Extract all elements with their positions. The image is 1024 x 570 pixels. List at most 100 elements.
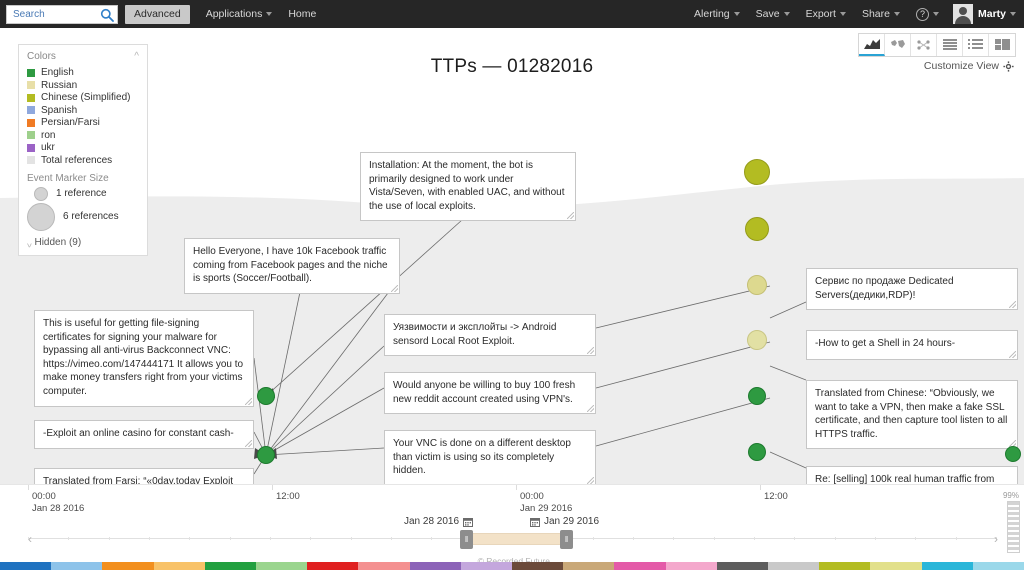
callout-box[interactable]: -Exploit an online casino for constant c… — [34, 420, 254, 449]
color-swatch — [27, 131, 35, 139]
legend-item-persian-farsi[interactable]: Persian/Farsi — [27, 117, 139, 128]
hidden-filters-toggle[interactable]: ^ Hidden (9) — [27, 237, 139, 248]
list-view-button[interactable] — [963, 34, 989, 56]
range-handle-right[interactable]: ‖ — [560, 530, 573, 549]
callout-text: Hello Everyone, I have 10k Facebook traf… — [193, 246, 388, 285]
range-start-date[interactable]: Jan 28 2016 — [404, 516, 474, 527]
resize-grip-icon[interactable] — [587, 405, 594, 413]
callout-box[interactable]: Translated from Chinese: “Obviously, we … — [806, 380, 1018, 450]
resize-grip-icon[interactable] — [391, 284, 398, 292]
table-view-button[interactable] — [937, 34, 963, 56]
range-handle-left[interactable]: ‖ — [460, 530, 473, 549]
event-marker[interactable] — [744, 159, 770, 185]
callout-box[interactable]: This is useful for getting file-signing … — [34, 310, 254, 407]
callout-text: Would anyone be willing to buy 100 fresh… — [393, 380, 576, 405]
resize-grip-icon[interactable] — [587, 347, 594, 355]
save-menu[interactable]: Save — [756, 8, 790, 20]
range-prev-button[interactable]: ‹ — [28, 532, 32, 546]
event-marker[interactable] — [257, 446, 275, 464]
callout-box[interactable]: Installation: At the moment, the bot is … — [360, 152, 576, 222]
colors-legend-panel[interactable]: Colors ^ English Russian Chinese (Simplifi… — [18, 44, 148, 256]
legend-item-russian[interactable]: Russian — [27, 80, 139, 91]
range-next-button[interactable]: › — [994, 532, 998, 546]
customize-view-button[interactable]: Customize View — [924, 60, 1014, 72]
callout-box[interactable]: -How to get a Shell in 24 hours- — [806, 330, 1018, 360]
range-tick — [310, 537, 312, 540]
search-box[interactable] — [6, 4, 118, 24]
share-menu[interactable]: Share — [862, 8, 900, 20]
event-marker[interactable] — [748, 387, 766, 405]
chevron-down-icon — [266, 12, 273, 16]
range-start-label: Jan 28 2016 — [404, 516, 460, 527]
resize-grip-icon[interactable] — [587, 476, 594, 484]
range-tick — [270, 537, 271, 540]
help-menu[interactable]: ? — [915, 7, 939, 21]
tile-view-button[interactable] — [989, 34, 1015, 56]
customize-view-label: Customize View — [923, 60, 999, 72]
range-tick — [915, 537, 917, 540]
tile-layout-icon — [994, 39, 1010, 50]
legend-item-ron[interactable]: ron — [27, 130, 139, 141]
date-range-selector[interactable]: Jan 28 2016 Jan 29 2016 ‖ ‖ ‹ › — [0, 516, 1024, 552]
range-end-date[interactable]: Jan 29 2016 — [530, 516, 599, 527]
search-icon[interactable] — [100, 8, 114, 22]
marker-size-sample-2: 6 references — [27, 202, 139, 231]
top-navigation-right: Alerting Save Export Share ? Marty — [678, 4, 1024, 24]
alerting-menu[interactable]: Alerting — [694, 8, 740, 20]
color-swatch — [27, 156, 35, 164]
home-link[interactable]: Home — [288, 8, 316, 20]
resize-grip-icon[interactable] — [1009, 301, 1016, 309]
network-view-button[interactable] — [911, 34, 937, 56]
legend-item-spanish[interactable]: Spanish — [27, 105, 139, 116]
legend-item-ukr[interactable]: ukr — [27, 142, 139, 153]
axis-tick-line — [760, 485, 761, 490]
resize-grip-icon[interactable] — [1009, 351, 1016, 358]
timeline-canvas[interactable]: TTPs — 01282016 Colors ^ English Russian C… — [0, 28, 1024, 484]
applications-menu[interactable]: Applications — [206, 8, 273, 20]
color-swatch — [27, 93, 35, 102]
callout-box[interactable]: Сервис по продаже Dedicated Servers(деди… — [806, 268, 1018, 311]
chevron-down-icon — [1010, 12, 1016, 16]
legend-item-label: Chinese (Simplified) — [41, 92, 131, 103]
event-marker[interactable] — [745, 217, 769, 241]
advanced-button[interactable]: Advanced — [125, 4, 190, 24]
zoom-percent-label: 99% — [1002, 491, 1019, 500]
callout-box[interactable]: Re: [selling] 100k real human traffic fr… — [806, 466, 1018, 484]
timeline-view-button[interactable] — [859, 34, 885, 56]
export-menu[interactable]: Export — [806, 8, 846, 20]
search-input[interactable] — [11, 7, 99, 21]
callout-box[interactable]: Уязвимости и эксплойты -> Android sensor… — [384, 314, 596, 357]
chevron-down-icon — [783, 12, 790, 16]
resize-grip-icon[interactable] — [245, 439, 252, 447]
chevron-down-icon — [733, 12, 740, 16]
range-tick — [754, 537, 755, 540]
callout-text: Translated from Farsi: “«0day.today Expl… — [43, 476, 234, 484]
event-marker[interactable] — [1005, 446, 1021, 462]
callout-box[interactable]: Translated from Farsi: “«0day.today Expl… — [34, 468, 254, 484]
resize-grip-icon[interactable] — [245, 397, 252, 405]
legend-item-chinese-simplified[interactable]: Chinese (Simplified) — [27, 92, 139, 103]
event-marker[interactable] — [747, 275, 767, 295]
axis-tick-line — [516, 485, 517, 490]
resize-grip-icon[interactable] — [567, 212, 574, 220]
event-marker[interactable] — [747, 330, 767, 350]
legend-header[interactable]: Colors ^ — [27, 51, 139, 62]
legend-title: Colors — [27, 51, 56, 62]
color-strip-segment — [921, 562, 973, 570]
callout-box[interactable]: Your VNC is done on a different desktop … — [384, 430, 596, 484]
range-selected-band[interactable] — [466, 533, 566, 545]
view-toggle-group[interactable] — [858, 33, 1016, 57]
legend-item-english[interactable]: English — [27, 67, 139, 78]
callout-box[interactable]: Hello Everyone, I have 10k Facebook traf… — [184, 238, 400, 294]
axis-tick-label: 00:00 Jan 28 2016 — [32, 491, 85, 514]
user-menu[interactable]: Marty — [952, 4, 1016, 24]
event-marker[interactable] — [748, 443, 766, 461]
legend-item-total-references[interactable]: Total references — [27, 155, 139, 166]
axis-tick-label: 12:00 — [276, 491, 300, 502]
axis-tick-label: 00:00 Jan 29 2016 — [520, 491, 573, 514]
callout-box[interactable]: Would anyone be willing to buy 100 fresh… — [384, 372, 596, 415]
event-marker[interactable] — [257, 387, 275, 405]
color-strip-segment — [819, 562, 871, 570]
chevron-up-icon[interactable]: ^ — [134, 51, 139, 62]
map-view-button[interactable] — [885, 34, 911, 56]
